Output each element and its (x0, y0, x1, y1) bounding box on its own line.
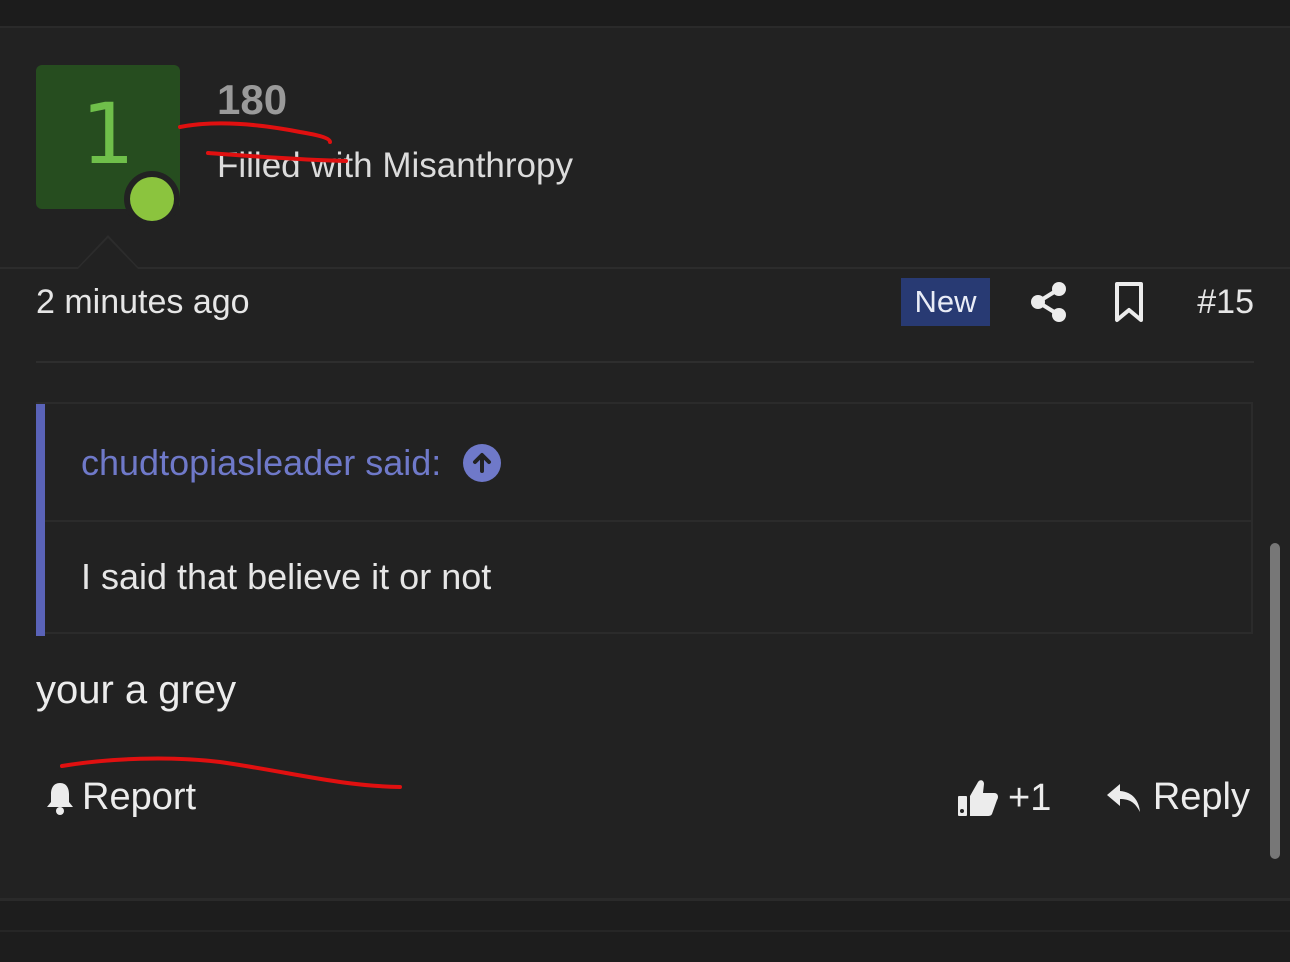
quote-block: chudtopiasleader said: I said that belie… (36, 402, 1253, 636)
reply-label: Reply (1152, 776, 1250, 818)
bell-icon (47, 782, 73, 815)
forum-page: 1 180 Filled with Misanthropy 2 minutes … (0, 0, 1290, 962)
reply-arrow-icon (1106, 783, 1140, 812)
quote-accent-bar (36, 404, 45, 636)
online-dot-icon (130, 177, 174, 221)
quote-author-link[interactable]: chudtopiasleader said: (81, 442, 502, 484)
post-actions: Report +1 Reply (36, 772, 1254, 832)
like-button[interactable]: +1 (956, 776, 1051, 820)
post-message: your a grey (36, 668, 237, 712)
previous-post-edge (0, 0, 1290, 28)
post-timestamp[interactable]: 2 minutes ago (36, 283, 250, 322)
avatar-pointer-fill (78, 238, 138, 269)
new-badge: New (901, 278, 990, 326)
like-count: +1 (1008, 776, 1052, 819)
username[interactable]: 180 (217, 76, 287, 124)
avatar-letter: 1 (81, 85, 135, 183)
meta-divider (36, 361, 1254, 363)
quote-text: I said that believe it or not (81, 556, 492, 597)
user-title: Filled with Misanthropy (217, 146, 573, 185)
arrow-up-circle-icon[interactable] (463, 444, 502, 482)
share-icon[interactable] (1029, 281, 1069, 323)
report-button[interactable]: Report (44, 776, 196, 819)
quote-header: chudtopiasleader said: (45, 404, 1251, 522)
report-label: Report (82, 776, 197, 818)
vertical-scrollbar[interactable] (1270, 543, 1280, 859)
post-number-link[interactable]: #15 (1197, 283, 1254, 322)
online-status-indicator (124, 171, 180, 227)
bookmark-icon[interactable] (1111, 280, 1147, 324)
quote-author-label: chudtopiasleader said: (81, 442, 442, 483)
post-user-header: 1 180 Filled with Misanthropy (0, 28, 1290, 268)
reply-button[interactable]: Reply (1105, 776, 1250, 819)
user-header-divider (0, 267, 1290, 269)
bottom-divider (0, 930, 1290, 932)
post-meta-row: 2 minutes ago New #15 (36, 278, 1254, 328)
thumbs-up-icon (958, 780, 998, 816)
